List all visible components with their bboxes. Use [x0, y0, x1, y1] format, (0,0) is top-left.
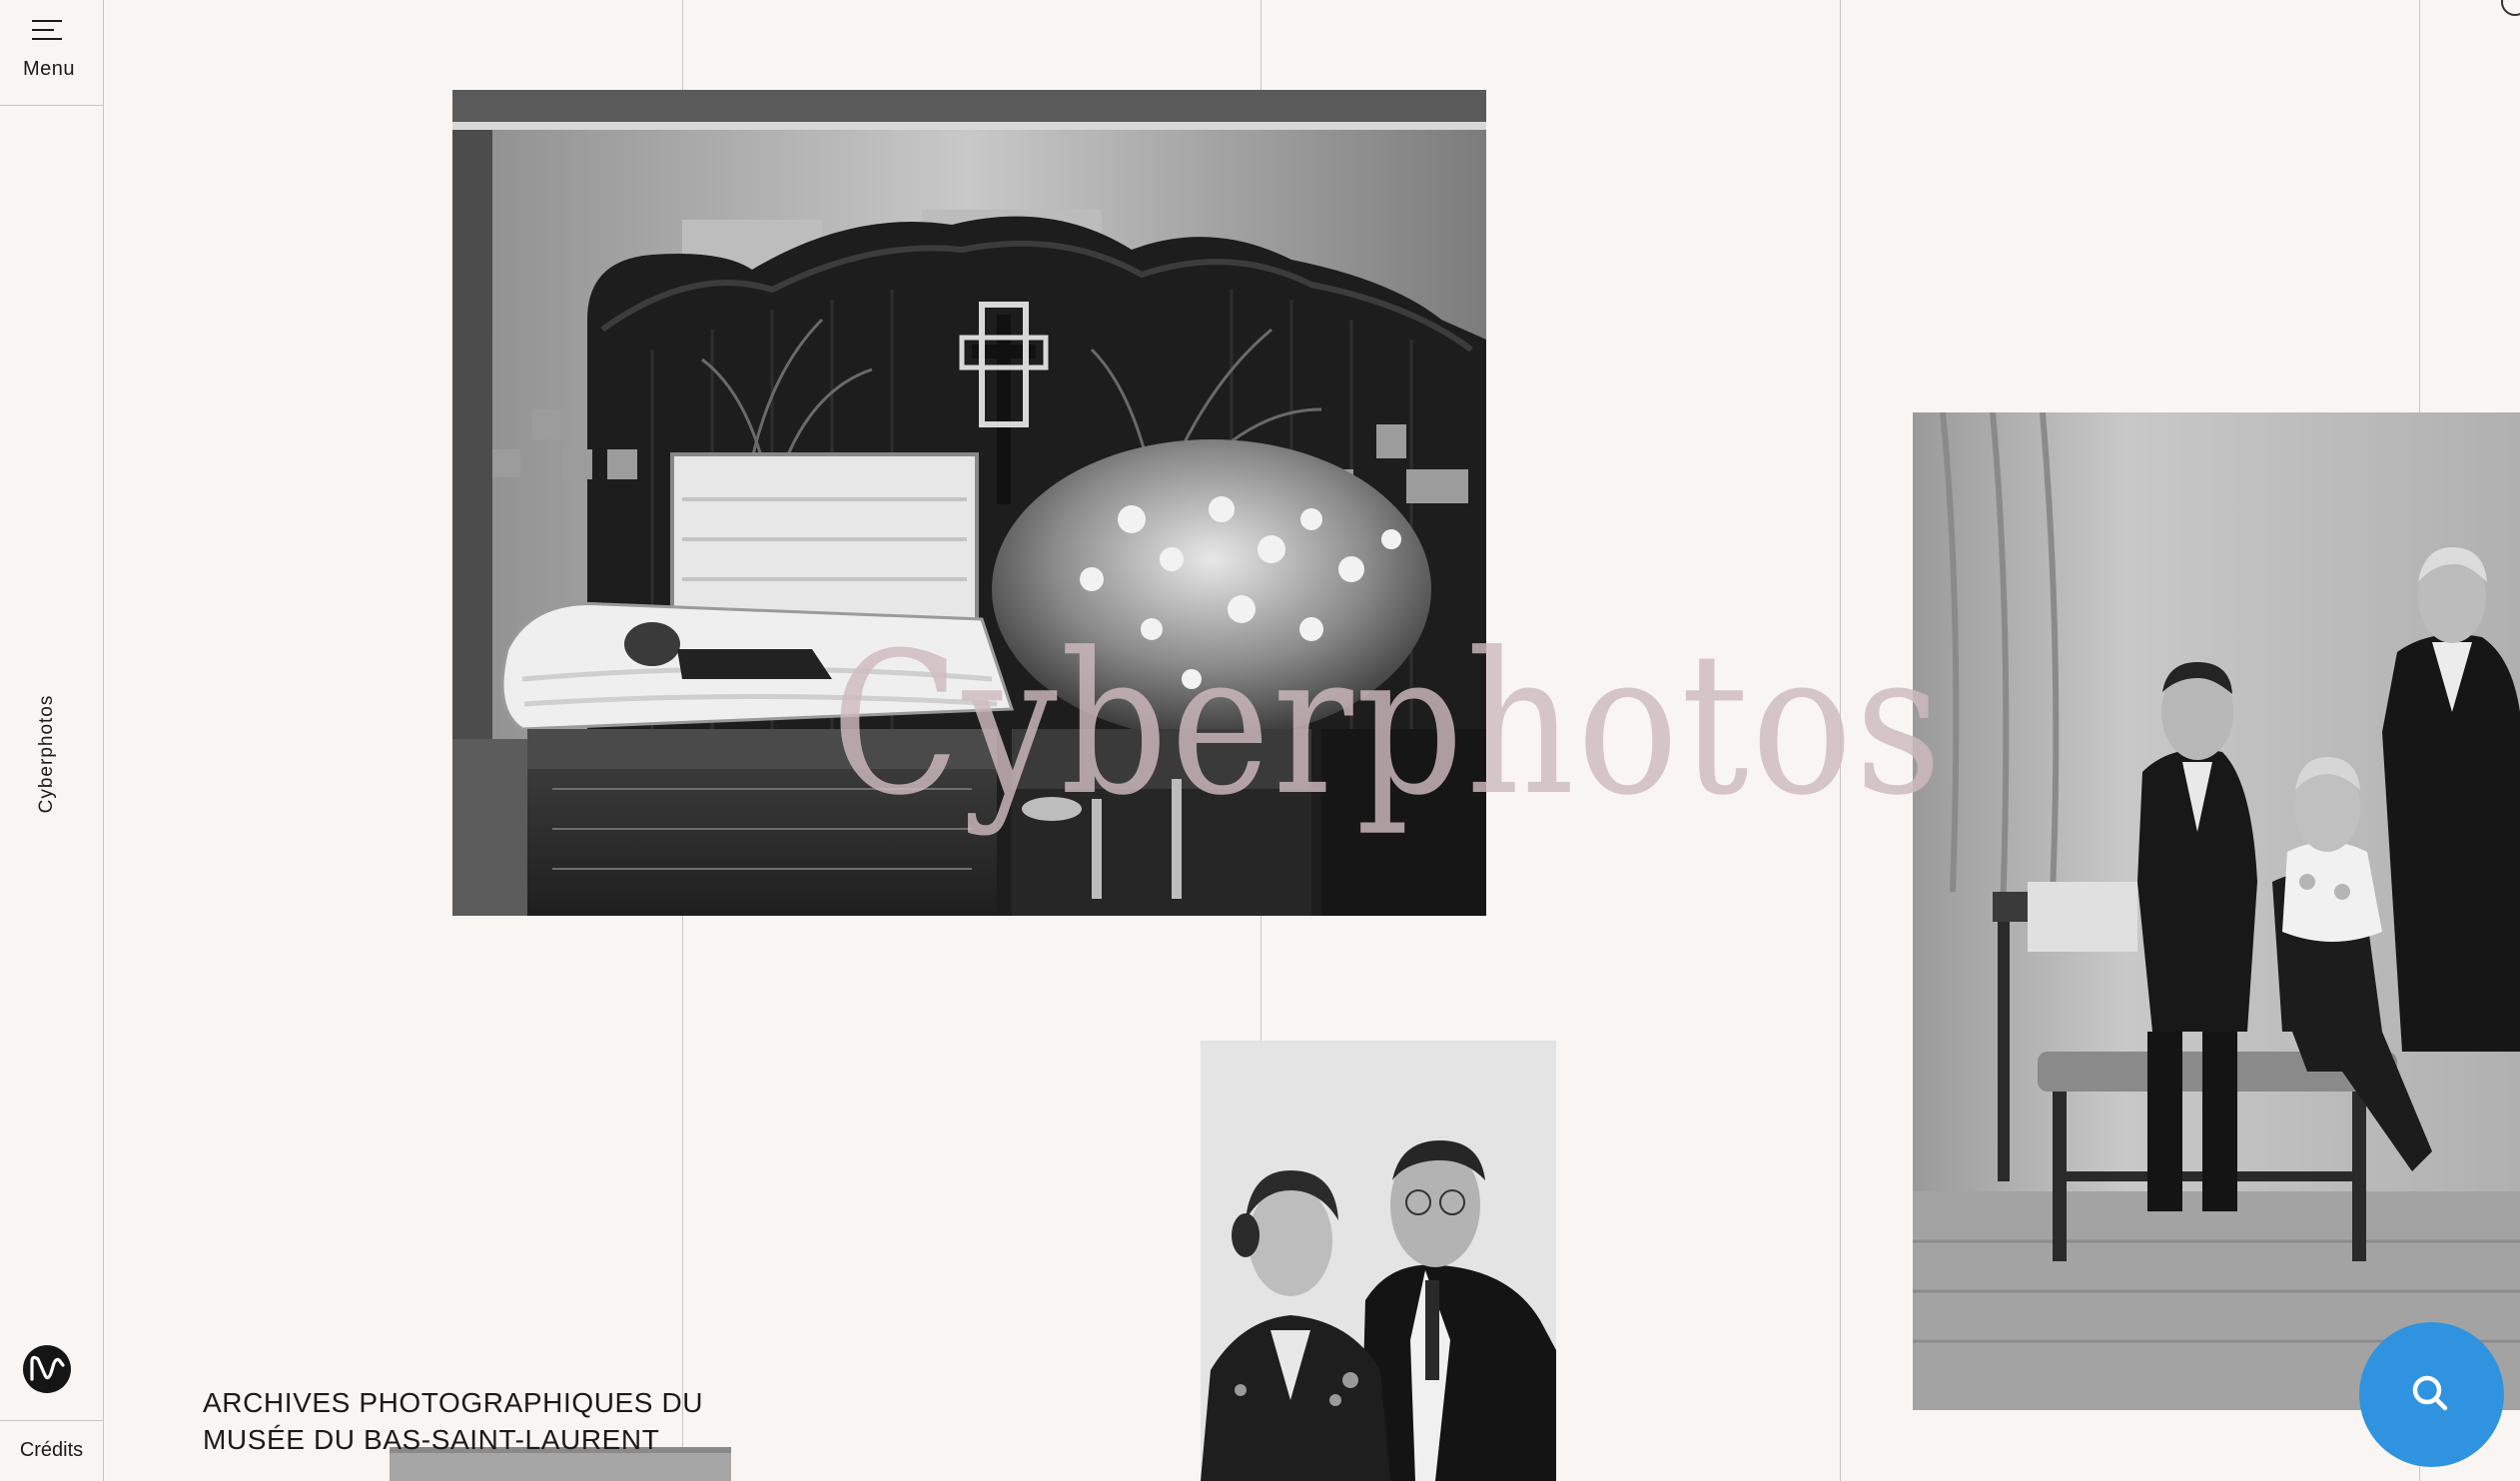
archive-caption: ARCHIVES PHOTOGRAPHIQUES DU MUSÉE DU BAS…	[203, 1384, 703, 1458]
archive-caption-line-1: ARCHIVES PHOTOGRAPHIQUES DU	[203, 1387, 704, 1418]
menu-button[interactable]: Menu	[0, 0, 103, 106]
sidebar: Menu Cyberphotos Crédits	[0, 0, 104, 1481]
museum-logo-icon[interactable]	[23, 1345, 71, 1393]
photo-couple-portrait[interactable]	[1201, 1041, 1556, 1481]
archive-caption-line-2: MUSÉE DU BAS-SAINT-LAURENT	[203, 1424, 660, 1455]
hero-title: Cyberphotos	[831, 611, 1945, 839]
credits-link[interactable]: Crédits	[0, 1420, 103, 1481]
photo-boys-portrait[interactable]	[1913, 412, 2520, 1410]
menu-label: Menu	[22, 58, 76, 80]
site-name-vertical: Cyberphotos	[36, 694, 57, 814]
page: Menu Cyberphotos Crédits Cyberphotos ARC…	[0, 0, 2520, 1481]
hamburger-menu-icon	[32, 18, 64, 42]
search-icon	[2412, 1375, 2448, 1411]
corner-ring-icon	[2501, 0, 2520, 16]
search-button[interactable]	[2359, 1322, 2504, 1467]
